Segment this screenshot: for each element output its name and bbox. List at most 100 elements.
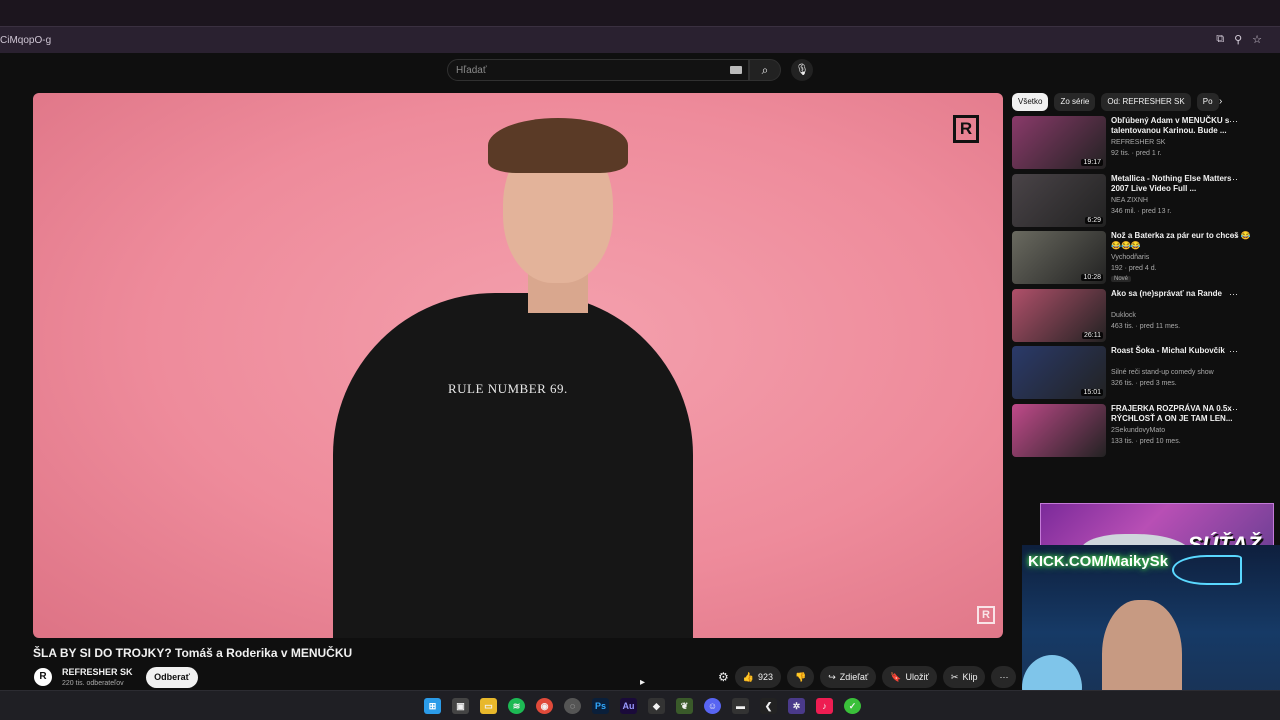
- share-icon: ↪: [828, 672, 836, 682]
- channel-avatar[interactable]: R: [34, 668, 52, 686]
- taskbar: ⊞ ▣ ▭ ≋ ◉ ◌ Ps Au ◆ ❦ ☺ ▬ ❮ ✲ ♪ ✓: [0, 690, 1280, 720]
- search-input[interactable]: Hľadať: [447, 59, 749, 81]
- mic-button[interactable]: 🎙: [791, 59, 813, 81]
- rec-duration: 15:01: [1081, 389, 1103, 396]
- leaf-icon[interactable]: ❦: [676, 698, 693, 714]
- chip-channel[interactable]: Od: REFRESHER SK: [1101, 93, 1191, 111]
- rec-channel[interactable]: Duklock: [1111, 312, 1136, 319]
- recommendation-item[interactable]: 15:01 Roast Šoka - Michal Kubovčík Silné r…: [1012, 346, 1272, 401]
- recommendation-item[interactable]: 10:28 Nož a Baterka za pár eur to chceš 😂…: [1012, 231, 1272, 286]
- terminal-icon[interactable]: ▬: [732, 698, 749, 714]
- explorer-icon[interactable]: ▭: [480, 698, 497, 714]
- mic-icon: 🎙: [795, 64, 809, 76]
- rec-thumbnail[interactable]: 15:01: [1012, 346, 1106, 399]
- rec-thumbnail[interactable]: [1012, 403, 1106, 457]
- rec-channel[interactable]: Vychodňaris: [1111, 254, 1149, 261]
- zoom-icon[interactable]: ⚲: [1234, 33, 1242, 46]
- video-player[interactable]: RULE NUMBER 69. R R: [33, 93, 1003, 638]
- chevron-right-icon[interactable]: ›: [1219, 96, 1222, 107]
- person-hair: [488, 118, 628, 173]
- screen-icon[interactable]: ⧉: [1216, 33, 1224, 46]
- rec-thumbnail[interactable]: 10:28: [1012, 231, 1106, 284]
- rec-meta: 133 tis. · pred 10 mes.: [1111, 437, 1181, 445]
- star-icon[interactable]: ☆: [1252, 33, 1262, 46]
- video-title: ŠLA BY SI DO TROJKY? Tomáš a Roderika v …: [33, 646, 353, 660]
- task-view-icon[interactable]: ▣: [452, 698, 469, 714]
- search-icon: ⌕: [761, 63, 769, 77]
- chip-series[interactable]: Zo série: [1054, 93, 1096, 111]
- rec-thumbnail[interactable]: 26:11: [1012, 288, 1106, 342]
- windows-icon[interactable]: ⊞: [424, 698, 441, 714]
- gear-app-icon[interactable]: ✲: [788, 698, 805, 714]
- keyboard-icon[interactable]: [730, 66, 742, 74]
- like-count: 923: [757, 672, 774, 682]
- chip-all[interactable]: Všetko: [1012, 93, 1049, 111]
- rec-meta: 326 tis. · pred 3 mes.: [1111, 380, 1177, 387]
- capcut-icon[interactable]: ❮: [760, 698, 777, 714]
- tiktok-icon[interactable]: ♪: [816, 698, 833, 714]
- subscriber-count: 220 tis. odberateľov: [62, 680, 124, 687]
- rec-duration: 10:28: [1081, 274, 1103, 281]
- clip-label: Klip: [962, 672, 978, 682]
- more-vert-icon[interactable]: ⋯: [1229, 404, 1238, 415]
- rec-badge: Nové: [1111, 276, 1132, 282]
- rec-duration: 26:11: [1082, 331, 1103, 339]
- dislike-button[interactable]: 👎: [787, 666, 815, 688]
- more-vert-icon[interactable]: ⋯: [1229, 231, 1238, 242]
- bookmark-icon: 🔖: [890, 672, 902, 682]
- rec-channel[interactable]: 2SekundovyMato: [1111, 427, 1165, 434]
- save-label: Uložiť: [905, 672, 929, 682]
- clip-button[interactable]: ✂ Klip: [942, 666, 986, 688]
- discord-icon[interactable]: ☺: [704, 698, 721, 714]
- url-text[interactable]: CiMqopO-g: [0, 35, 51, 46]
- kick-link-text: KICK.COM/MaikySk: [1028, 553, 1169, 570]
- neon-guitar: [1172, 555, 1242, 585]
- settings-icon[interactable]: ⚙: [718, 670, 729, 684]
- share-button[interactable]: ↪ Zdieľať: [820, 666, 877, 688]
- chip-more[interactable]: Po: [1196, 93, 1219, 111]
- browser-top-strip: [0, 0, 1280, 26]
- rec-meta: 92 tis. · pred 1 r.: [1111, 150, 1162, 157]
- rec-thumbnail[interactable]: 6:29: [1012, 173, 1106, 227]
- video-actions: ⚙ 👍 923 👎 ↪ Zdieľať 🔖 Uložiť ✂ Klip ⋯: [718, 666, 1017, 688]
- rec-channel[interactable]: NEA ZIXNH: [1111, 197, 1148, 204]
- rec-meta: 463 tis. · pred 11 mes.: [1111, 322, 1181, 330]
- more-button[interactable]: ⋯: [991, 666, 1017, 688]
- rec-duration: 19:17: [1081, 159, 1103, 166]
- more-vert-icon[interactable]: ⋯: [1229, 174, 1238, 185]
- app-icon[interactable]: ◌: [564, 698, 581, 714]
- more-vert-icon[interactable]: ⋯: [1229, 289, 1238, 300]
- photoshop-icon[interactable]: Ps: [592, 698, 609, 714]
- address-bar[interactable]: CiMqopO-g ⧉ ⚲ ☆: [0, 26, 1280, 53]
- search-placeholder: Hľadať: [456, 65, 487, 76]
- channel-name[interactable]: REFRESHER SK: [62, 667, 133, 677]
- check-app-icon[interactable]: ✓: [844, 698, 861, 714]
- rec-meta: 346 mil. · pred 13 r.: [1111, 207, 1172, 215]
- thumb-down-icon: 👎: [795, 672, 807, 682]
- tool-icon[interactable]: ◆: [648, 698, 665, 714]
- more-vert-icon[interactable]: ⋯: [1229, 116, 1238, 127]
- mouse-cursor-icon: ▸: [640, 677, 646, 688]
- refresher-logo-icon: R: [953, 115, 979, 143]
- scissors-icon: ✂: [950, 672, 959, 682]
- watermark-logo-icon: R: [977, 606, 995, 624]
- rec-duration: 6:29: [1085, 216, 1103, 224]
- subscribe-button[interactable]: Odberať: [146, 667, 198, 688]
- save-button[interactable]: 🔖 Uložiť: [882, 666, 937, 688]
- share-label: Zdieľať: [839, 672, 869, 682]
- recommendation-item[interactable]: 26:11 Ako sa (ne)správať na Rande Duklock 4…: [1012, 288, 1272, 344]
- spotify-icon[interactable]: ≋: [508, 698, 525, 714]
- filter-chips: Všetko Zo série Od: REFRESHER SK Po: [1012, 93, 1219, 111]
- recommendation-item[interactable]: FRAJERKA ROZPRÁVA NA 0.5x RÝCHLOSŤ A ON …: [1012, 403, 1272, 459]
- audition-icon[interactable]: Au: [620, 698, 637, 714]
- shirt-print: RULE NUMBER 69.: [448, 381, 568, 396]
- like-button[interactable]: 👍 923: [734, 666, 782, 688]
- search-button[interactable]: ⌕: [749, 59, 781, 81]
- recommendation-item[interactable]: 6:29 Metallica - Nothing Else Matters 200…: [1012, 173, 1272, 229]
- more-vert-icon[interactable]: ⋯: [1229, 346, 1238, 357]
- chrome-icon[interactable]: ◉: [536, 698, 553, 714]
- recommendation-item[interactable]: 19:17 Obľúbený Adam v MENUČKU s talentova…: [1012, 116, 1272, 171]
- rec-channel[interactable]: REFRESHER SK: [1111, 139, 1165, 146]
- rec-channel[interactable]: Silné reči stand-up comedy show: [1111, 369, 1214, 376]
- rec-thumbnail[interactable]: 19:17: [1012, 116, 1106, 169]
